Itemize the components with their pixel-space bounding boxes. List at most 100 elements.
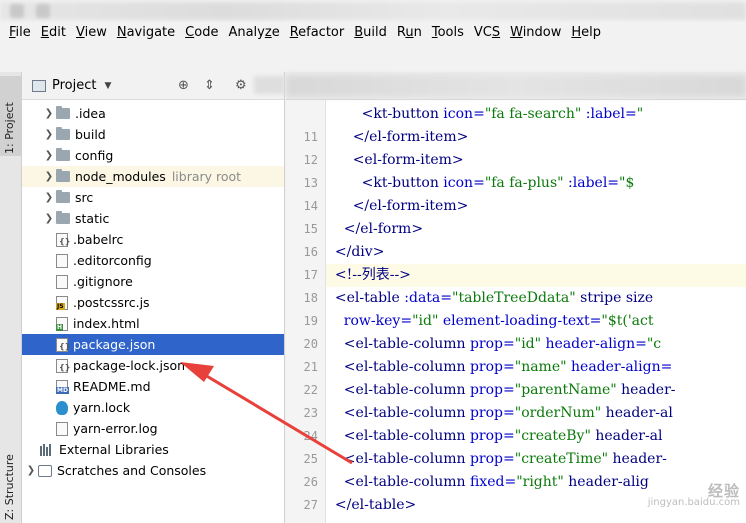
code-string: "fa fa-plus"	[484, 175, 564, 191]
code-string: "createTime"	[514, 451, 609, 467]
menu-vcs[interactable]: VCS	[469, 22, 505, 44]
code-line[interactable]: <el-table :data="tableTreeDdata" stripe …	[326, 287, 746, 310]
code-line[interactable]: <el-table-column prop="createTime" heade…	[326, 448, 746, 471]
menu-run[interactable]: Run	[392, 22, 427, 44]
menu-code[interactable]: Code	[180, 22, 223, 44]
code-line[interactable]: </el-form>	[326, 218, 746, 241]
menu-mnemonic: T	[431, 25, 438, 40]
tree-item-label: index.html	[73, 316, 140, 331]
chevron-right-icon[interactable]: ❯	[42, 171, 56, 182]
chevron-right-icon[interactable]: ❯	[42, 129, 56, 140]
tree-item-label: Scratches and Consoles	[57, 463, 207, 478]
menu-analyze[interactable]: Analyze	[223, 22, 284, 44]
chevron-right-icon[interactable]: ❯	[42, 213, 56, 224]
code-attribute: prop=	[465, 451, 515, 467]
code-string: "$	[619, 175, 635, 191]
code-attribute: prop=	[465, 359, 515, 375]
tree-item-yarn-lock[interactable]: yarn.lock	[22, 397, 284, 418]
tree-item-editorconfig[interactable]: .editorconfig	[22, 250, 284, 271]
code-string: "c	[646, 336, 662, 352]
code-line[interactable]: row-key="id" element-loading-text="$t('a…	[326, 310, 746, 333]
tree-item-label: .babelrc	[73, 232, 124, 247]
code-line[interactable]: </el-form-item>	[326, 195, 746, 218]
tree-item-static[interactable]: ❯ static	[22, 208, 284, 229]
code-line[interactable]: <kt-button icon="fa fa-plus" :label="$	[326, 172, 746, 195]
tree-item-index-html[interactable]: Hindex.html	[22, 313, 284, 334]
code-line[interactable]: <el-table-column prop="orderNum" header-…	[326, 402, 746, 425]
project-panel-title[interactable]: Project	[52, 78, 96, 93]
menu-edit[interactable]: Edit	[36, 22, 71, 44]
code-line[interactable]: </div>	[326, 241, 746, 264]
folder-icon	[56, 148, 70, 161]
code-attribute: :label=	[563, 175, 620, 191]
left-tool-strip: 1: Project Z: Structure	[0, 72, 22, 523]
tree-item-readme-md[interactable]: MD README.md	[22, 376, 284, 397]
code-line[interactable]: <el-table-column prop="createBy" header-…	[326, 425, 746, 448]
line-number: 24	[303, 429, 318, 443]
tab-project[interactable]: 1: Project	[0, 76, 21, 156]
chevron-right-icon[interactable]: ❯	[42, 108, 56, 119]
tree-item-gitignore[interactable]: .gitignore	[22, 271, 284, 292]
tree-item-scratches-and-consoles[interactable]: ❯ Scratches and Consoles	[22, 460, 284, 481]
menu-refactor[interactable]: Refactor	[285, 22, 350, 44]
tree-item-src[interactable]: ❯ src	[22, 187, 284, 208]
code-area[interactable]: <kt-button icon="fa fa-search" :label=" …	[326, 100, 746, 523]
code-line[interactable]: <el-table-column prop="name" header-alig…	[326, 356, 746, 379]
tree-item-babelrc[interactable]: {} .babelrc	[22, 229, 284, 250]
tree-item-external-libraries[interactable]: External Libraries	[22, 439, 284, 460]
collapse-all-icon[interactable]: ⇕	[204, 78, 215, 93]
menu-window[interactable]: Window	[505, 22, 566, 44]
chevron-right-icon[interactable]: ❯	[42, 150, 56, 161]
html-file-icon: H	[56, 316, 68, 331]
code-line[interactable]: <el-table-column prop="parentName" heade…	[326, 379, 746, 402]
tree-item-build[interactable]: ❯ build	[22, 124, 284, 145]
tree-item-yarn-error-log[interactable]: yarn-error.log	[22, 418, 284, 439]
menu-file[interactable]: File	[4, 22, 36, 44]
line-number: 15	[303, 222, 318, 236]
tree-item-package-lock-json[interactable]: {} package-lock.json	[22, 355, 284, 376]
md-file-icon: MD	[56, 379, 69, 394]
menu-bar: File Edit View Navigate Code Analyze Refactor B…	[0, 22, 746, 44]
tree-item-label: README.md	[73, 379, 151, 394]
menu-tools[interactable]: Tools	[427, 22, 469, 44]
menu-mnemonic: E	[40, 25, 49, 40]
folder-icon	[56, 127, 70, 140]
menu-navigate[interactable]: Navigate	[112, 22, 180, 44]
tree-item-config[interactable]: ❯ config	[22, 145, 284, 166]
locate-icon[interactable]: ⊕	[178, 78, 189, 93]
tree-item-label: .idea	[75, 106, 106, 121]
code-line[interactable]: <kt-button icon="fa fa-search" :label="	[326, 103, 746, 126]
code-line[interactable]: <el-form-item>	[326, 149, 746, 172]
file-type-badge: MD	[56, 386, 69, 394]
chevron-right-icon[interactable]: ❯	[42, 192, 56, 203]
folder-icon	[56, 211, 70, 224]
tree-item-package-json[interactable]: {} package.json	[22, 334, 284, 355]
js-file-icon: JS	[56, 295, 68, 310]
blurred-header-area	[254, 76, 284, 94]
file-type-badge: JS	[56, 302, 65, 310]
tree-item-node-modules[interactable]: ❯ node_modules library root	[22, 166, 284, 187]
line-number: 17	[303, 268, 318, 282]
menu-view[interactable]: View	[71, 22, 112, 44]
chevron-down-icon[interactable]: ▼	[104, 81, 111, 91]
code-string: "orderNum"	[514, 405, 602, 421]
code-line[interactable]: <el-table-column prop="id" header-align=…	[326, 333, 746, 356]
menu-help[interactable]: Help	[566, 22, 606, 44]
tree-item-idea[interactable]: ❯ .idea	[22, 103, 284, 124]
folder-icon	[56, 190, 70, 203]
chevron-right-icon[interactable]: ❯	[24, 465, 38, 476]
code-attribute: prop=	[465, 336, 515, 352]
menu-build[interactable]: Build	[349, 22, 392, 44]
tab-structure[interactable]: Z: Structure	[0, 422, 21, 522]
code-attribute: icon=	[438, 175, 485, 191]
code-string: "right"	[516, 474, 564, 490]
gear-icon[interactable]: ⚙	[235, 78, 247, 93]
tab-structure-label: Z: Structure	[3, 454, 16, 520]
editor-tabs	[286, 72, 746, 100]
file-type-badge: {}	[59, 341, 71, 351]
tree-item-postcssrc-js[interactable]: JS .postcssrc.js	[22, 292, 284, 313]
code-editor: 11 12 13 14 15 16 17 18 19 20 21 22 23 24 25 26 27 <kt-b…	[286, 72, 746, 523]
current-code-line[interactable]: <!--列表-->	[326, 264, 746, 287]
code-line[interactable]: </el-form-item>	[326, 126, 746, 149]
code-attribute: row-key=	[339, 313, 413, 329]
